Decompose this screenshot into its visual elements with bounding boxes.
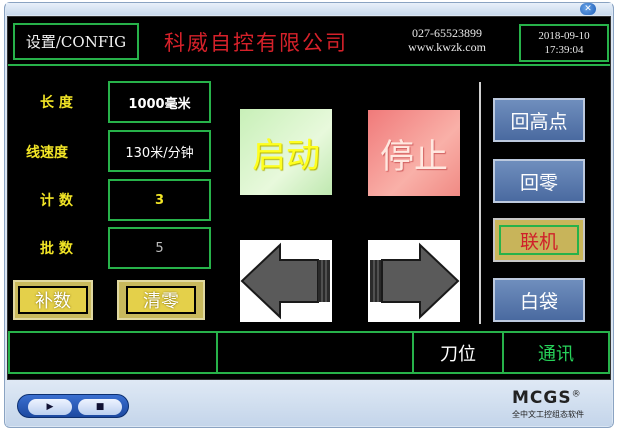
logo-text: MCGS (512, 388, 572, 408)
length-label: 长 度 (40, 95, 73, 111)
datetime-display: 2018-09-10 17:39:04 (519, 24, 609, 62)
white-bag-button[interactable]: 白袋 (493, 278, 585, 322)
date-text: 2018-09-10 (538, 30, 590, 42)
title-bar (6, 3, 612, 15)
knife-position-indicator: 刀位 (412, 331, 504, 374)
status-cell-2 (216, 331, 414, 374)
right-arrow-icon (370, 242, 460, 320)
supplement-button[interactable]: 补数 (13, 280, 93, 320)
mcgs-logo: MCGS® 全中文工控组态软件 (512, 388, 602, 420)
count-label: 计 数 (40, 193, 73, 209)
stop-button[interactable]: 停止 (368, 110, 460, 196)
player-control: ▶ ■ (17, 394, 129, 418)
clear-label: 清零 (126, 286, 196, 314)
time-text: 17:39:04 (544, 44, 584, 56)
website: www.kwzk.com (408, 40, 486, 54)
stop-icon[interactable]: ■ (78, 399, 122, 415)
phone-number: 027-65523899 (412, 26, 482, 40)
batch-input[interactable]: 5 (108, 227, 211, 269)
config-button[interactable]: 设置/CONFIG (13, 23, 139, 60)
contact-info: 027-65523899 www.kwzk.com (392, 26, 502, 54)
left-arrow-icon (240, 242, 330, 320)
communication-indicator: 通讯 (502, 331, 610, 374)
speed-input[interactable]: 130米/分钟 (108, 130, 211, 172)
supplement-label: 补数 (18, 286, 88, 314)
play-icon[interactable]: ▶ (28, 399, 72, 415)
company-name: 科威自控有限公司 (164, 31, 348, 55)
count-display: 3 (108, 179, 211, 221)
header-divider (8, 64, 610, 66)
speed-label: 线速度 (26, 145, 68, 161)
length-input[interactable]: 1000毫米 (108, 81, 211, 123)
online-label: 联机 (499, 225, 579, 255)
vertical-divider (479, 82, 481, 324)
online-button[interactable]: 联机 (493, 218, 585, 262)
jog-right-button[interactable] (368, 240, 460, 322)
start-button[interactable]: 启动 (240, 109, 332, 195)
jog-left-button[interactable] (240, 240, 332, 322)
clear-button[interactable]: 清零 (117, 280, 205, 320)
logo-tagline: 全中文工控组态软件 (512, 410, 584, 419)
return-zero-button[interactable]: 回零 (493, 159, 585, 203)
return-high-button[interactable]: 回高点 (493, 98, 585, 142)
status-cell-1 (8, 331, 218, 374)
close-icon[interactable]: ✕ (580, 3, 596, 15)
batch-label: 批 数 (40, 241, 73, 257)
registered-mark: ® (571, 389, 581, 400)
